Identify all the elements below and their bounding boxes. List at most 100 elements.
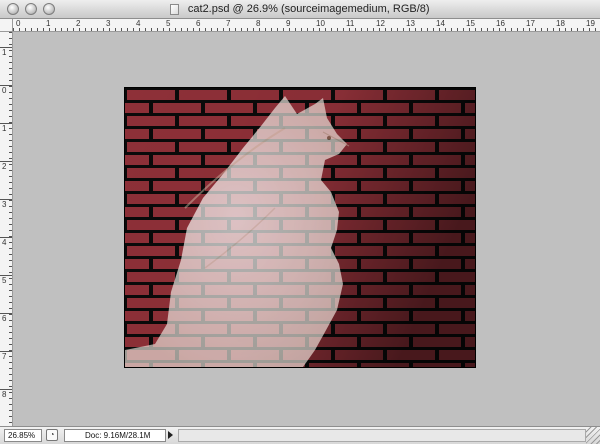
ruler-tick — [9, 56, 12, 57]
ruler-top-label: 5 — [166, 19, 171, 28]
ruler-tick — [9, 98, 12, 99]
ruler-major-tick — [0, 47, 12, 48]
ruler-top-label: 2 — [76, 19, 81, 28]
horizontal-ruler[interactable]: 0 1 2 3 4 5 6 7 8 9 10 11 12 13 14 15 16 17 18 19 — [13, 19, 600, 32]
ruler-tick — [85, 28, 86, 31]
ruler-tick — [553, 28, 554, 31]
zoom-level-field[interactable]: 26.85% — [4, 429, 42, 442]
ruler-tick — [529, 28, 530, 31]
ruler-tick — [265, 28, 266, 31]
ruler-top-label: 1 — [46, 19, 51, 28]
ruler-tick — [361, 28, 362, 31]
ruler-top-label: 17 — [526, 19, 535, 28]
ruler-tick — [9, 194, 12, 195]
ruler-tick — [379, 28, 380, 31]
ruler-tick — [349, 28, 350, 31]
status-arrow-icon[interactable] — [168, 431, 173, 439]
ruler-tick — [9, 140, 12, 141]
ruler-tick — [457, 28, 458, 31]
ruler-tick — [9, 272, 12, 273]
ruler-tick — [9, 92, 12, 93]
ruler-tick — [9, 296, 12, 297]
ruler-left-label: 3 — [2, 200, 7, 209]
ruler-tick — [9, 86, 12, 87]
ruler-tick — [109, 28, 110, 31]
ruler-tick — [385, 28, 386, 31]
title-bar[interactable]: cat2.psd @ 26.9% (sourceimagemedium, RGB… — [0, 0, 600, 19]
brick-wall-cat-image — [125, 88, 475, 367]
ruler-tick — [175, 28, 176, 31]
ruler-tick — [199, 28, 200, 31]
ruler-tick — [9, 68, 12, 69]
ruler-tick — [259, 28, 260, 31]
ruler-tick — [25, 28, 26, 31]
ruler-top-label: 12 — [376, 19, 385, 28]
ruler-tick — [19, 28, 20, 31]
ruler-tick — [9, 152, 12, 153]
ruler-tick — [397, 28, 398, 31]
ruler-tick — [403, 28, 404, 31]
ruler-tick — [9, 380, 12, 381]
ruler-major-tick — [0, 85, 12, 86]
horizontal-scrollbar[interactable] — [178, 429, 586, 442]
ruler-tick — [337, 28, 338, 31]
ruler-left-label: 0 — [2, 86, 7, 95]
vertical-ruler[interactable]: 10123456789 — [0, 32, 13, 426]
ruler-tick — [9, 224, 12, 225]
ruler-tick — [9, 206, 12, 207]
ruler-tick — [9, 248, 12, 249]
status-menu-icon[interactable]: ◔ — [46, 429, 58, 441]
ruler-tick — [499, 28, 500, 31]
ruler-top-label: 7 — [226, 19, 231, 28]
ruler-major-tick — [0, 389, 12, 390]
ruler-tick — [595, 28, 596, 31]
ruler-tick — [241, 28, 242, 31]
ruler-tick — [583, 28, 584, 31]
ruler-tick — [103, 28, 104, 31]
ruler-origin[interactable] — [0, 19, 13, 32]
document-size-info[interactable]: Doc: 9.16M/28.1M — [64, 429, 166, 442]
ruler-tick — [223, 28, 224, 31]
ruler-tick — [9, 338, 12, 339]
ruler-tick — [547, 28, 548, 31]
ruler-tick — [487, 28, 488, 31]
ruler-tick — [121, 28, 122, 31]
ruler-tick — [289, 28, 290, 31]
ruler-top-label: 8 — [256, 19, 261, 28]
ruler-tick — [9, 404, 12, 405]
ruler-tick — [61, 28, 62, 31]
ruler-tick — [319, 28, 320, 31]
ruler-tick — [469, 28, 470, 31]
ruler-tick — [9, 422, 12, 423]
resize-grip-icon[interactable] — [586, 427, 600, 444]
ruler-tick — [9, 146, 12, 147]
ruler-tick — [9, 170, 12, 171]
ruler-tick — [9, 176, 12, 177]
ruler-top-label: 3 — [106, 19, 111, 28]
ruler-top-label: 13 — [406, 19, 415, 28]
ruler-tick — [145, 28, 146, 31]
ruler-tick — [91, 28, 92, 31]
ruler-left-label: 5 — [2, 276, 7, 285]
ruler-tick — [535, 28, 536, 31]
ruler-tick — [577, 28, 578, 31]
ruler-left-label: 8 — [2, 390, 7, 399]
document-image[interactable] — [125, 88, 475, 367]
ruler-top-label: 9 — [286, 19, 291, 28]
ruler-major-tick — [0, 313, 12, 314]
ruler-tick — [9, 374, 12, 375]
ruler-tick — [505, 28, 506, 31]
ruler-left-label: 1 — [2, 124, 7, 133]
canvas-area[interactable] — [13, 32, 600, 426]
ruler-tick — [67, 28, 68, 31]
ruler-tick — [9, 158, 12, 159]
ruler-tick — [9, 290, 12, 291]
ruler-top-label: 0 — [16, 19, 21, 28]
ruler-tick — [481, 28, 482, 31]
ruler-tick — [523, 28, 524, 31]
ruler-tick — [271, 28, 272, 31]
ruler-top-label: 15 — [466, 19, 475, 28]
ruler-tick — [331, 28, 332, 31]
ruler-tick — [421, 28, 422, 31]
ruler-tick — [9, 368, 12, 369]
